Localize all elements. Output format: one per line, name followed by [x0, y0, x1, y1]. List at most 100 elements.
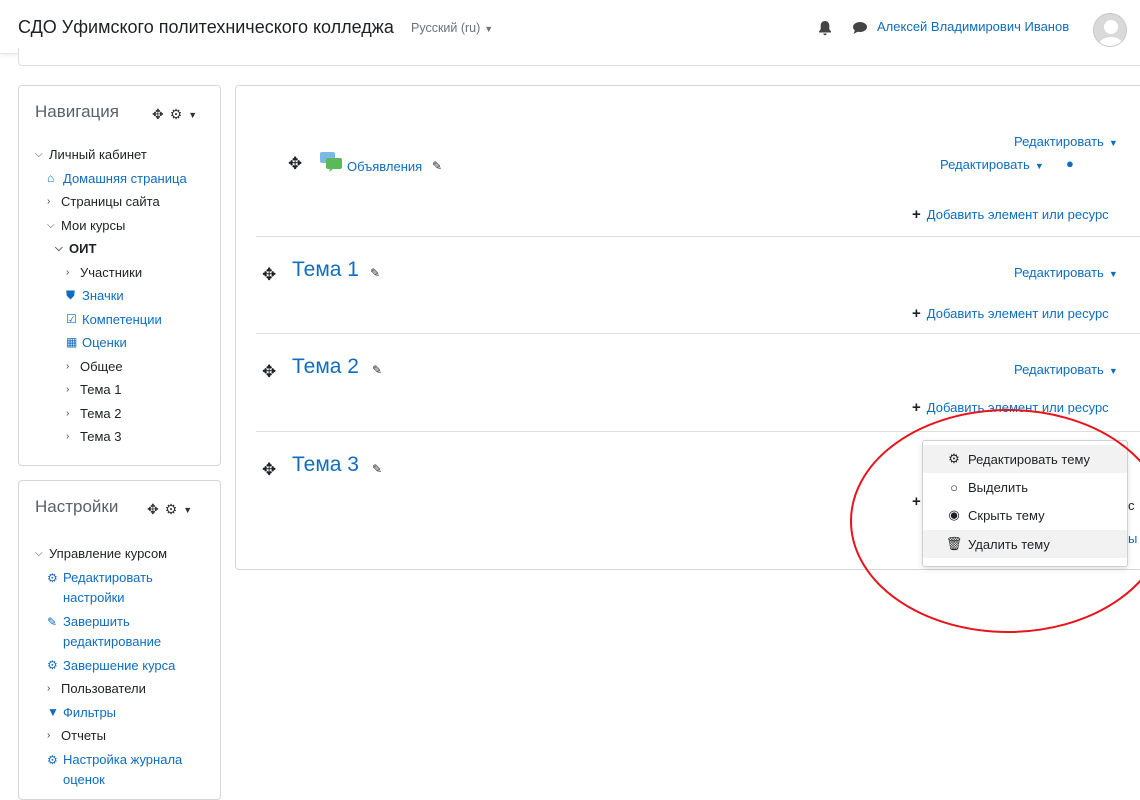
site-name-link[interactable]: СДО Уфимского политехнического колледжа [18, 17, 394, 38]
nav-item-general[interactable]: › Общее [35, 355, 214, 379]
settings-item-reports[interactable]: › Отчеты [35, 724, 214, 748]
page-header-strip [18, 48, 1140, 66]
menu-item-delete-topic[interactable]: 🗑 Удалить тему [923, 530, 1127, 558]
pencil-icon[interactable]: ✎ [372, 462, 382, 476]
chevron-down-icon[interactable]: ▼ [183, 505, 192, 515]
menu-item-label: Редактировать тему [968, 451, 1091, 467]
nav-item-topic-1[interactable]: › Тема 1 [35, 378, 214, 402]
pencil-icon[interactable]: ✎ [372, 363, 382, 377]
nav-item-topic-3[interactable]: › Тема 3 [35, 425, 214, 449]
menu-item-hide-topic[interactable]: ◉ Скрыть тему [923, 501, 1127, 529]
chevron-down-icon[interactable]: ▼ [188, 110, 197, 120]
move-icon[interactable]: ✥ [262, 460, 276, 480]
settings-item-turn-editing-off[interactable]: ✎ Завершить редактирование [35, 610, 214, 654]
nav-item-badges[interactable]: ⛊ Значки [35, 284, 214, 308]
nav-item-label: Оценки [82, 335, 127, 350]
edit-label: Редактировать [1014, 362, 1104, 377]
shield-icon: ⛊ [66, 288, 76, 302]
move-icon[interactable]: ✥ [147, 501, 159, 518]
section-1-edit-menu[interactable]: Редактировать ▼ [1014, 265, 1118, 280]
section-divider [256, 333, 1140, 334]
section-2-add-activity-link[interactable]: + Добавить элемент или ресурс [912, 399, 1109, 416]
menu-item-edit-topic[interactable]: ⚙ Редактировать тему [923, 445, 1127, 473]
section-1-add-activity-link[interactable]: + Добавить элемент или ресурс [912, 305, 1109, 322]
navigation-block: Навигация ✥ ⚙ ▼ ⌵ Личный кабинет ⌂ Домашня… [18, 85, 221, 466]
settings-item-course-admin[interactable]: ⌵ Управление курсом [35, 542, 214, 566]
menu-item-highlight[interactable]: ○ Выделить [923, 473, 1127, 501]
nav-item-label: Тема 3 [80, 429, 122, 444]
nav-item-label: Тема 1 [80, 382, 122, 397]
nav-item-home[interactable]: ⌂ Домашняя страница [35, 167, 214, 191]
user-icon[interactable]: ● [1066, 156, 1074, 171]
plus-icon: + [912, 305, 921, 322]
chevron-right-icon: › [66, 384, 70, 395]
general-add-activity-link[interactable]: + Добавить элемент или ресурс [912, 206, 1109, 223]
settings-item-label: Редактировать настройки [63, 569, 153, 605]
menu-item-label: Скрыть тему [968, 507, 1045, 523]
partially-hidden-text: ы [1128, 531, 1138, 546]
section-divider [256, 236, 1140, 237]
gear-icon: ⚙ [47, 570, 58, 585]
general-section-edit-menu[interactable]: Редактировать ▼ [1014, 134, 1118, 149]
chat-icon[interactable] [852, 21, 868, 35]
settings-item-edit-settings[interactable]: ⚙ Редактировать настройки [35, 566, 214, 610]
section-title-topic-3[interactable]: Тема 3 [292, 453, 359, 477]
section-title-topic-1[interactable]: Тема 1 [292, 258, 359, 282]
move-icon[interactable]: ✥ [152, 106, 164, 123]
chevron-right-icon: › [66, 431, 70, 442]
edit-label: Редактировать [1014, 265, 1104, 280]
activity-edit-menu[interactable]: Редактировать ▼ [940, 157, 1044, 172]
nav-item-label: Домашняя страница [63, 170, 187, 186]
settings-item-course-completion[interactable]: ⚙ Завершение курса [35, 654, 214, 678]
nav-item-label: Тема 2 [80, 405, 122, 421]
settings-item-users[interactable]: › Пользователи [35, 677, 214, 701]
chevron-down-icon: ▼ [1108, 269, 1118, 279]
nav-item-label: ОИТ [69, 241, 97, 256]
gear-icon[interactable]: ⚙ [165, 501, 178, 518]
move-icon[interactable]: ✥ [262, 265, 276, 285]
gear-icon: ⚙ [948, 451, 960, 466]
settings-item-filters[interactable]: ▼ Фильтры [35, 701, 214, 725]
nav-item-label: Мои курсы [61, 217, 126, 233]
user-avatar-icon [1098, 20, 1124, 46]
chevron-right-icon: › [66, 407, 70, 419]
nav-item-dashboard[interactable]: ⌵ Личный кабинет [35, 143, 214, 167]
home-icon: ⌂ [47, 170, 55, 185]
circle-icon: ○ [950, 479, 958, 495]
nav-item-site-pages[interactable]: › Страницы сайта [35, 190, 214, 214]
nav-item-topic-2[interactable]: › Тема 2 [35, 402, 214, 426]
pencil-icon[interactable]: ✎ [432, 159, 442, 173]
plus-icon: + [912, 493, 921, 510]
bell-icon[interactable] [818, 20, 832, 36]
move-icon[interactable]: ✥ [288, 154, 302, 174]
section-divider [256, 431, 1140, 432]
nav-item-participants[interactable]: › Участники [35, 261, 214, 285]
navigation-tree: ⌵ Личный кабинет ⌂ Домашняя страница › Стра… [35, 143, 214, 449]
gear-icon[interactable]: ⚙ [170, 106, 183, 123]
activity-link-announcements[interactable]: Объявления [347, 159, 422, 174]
language-menu[interactable]: Русский (ru) ▼ [411, 21, 493, 35]
settings-item-gradebook-setup[interactable]: ⚙ Настройка журнала оценок [35, 748, 214, 792]
settings-item-label: Фильтры [63, 704, 117, 720]
move-icon[interactable]: ✥ [262, 362, 276, 382]
nav-item-my-courses[interactable]: ⌵ Мои курсы [35, 214, 214, 238]
settings-item-label: Управление курсом [49, 546, 168, 561]
section-2-edit-menu[interactable]: Редактировать ▼ [1014, 362, 1118, 377]
pencil-icon[interactable]: ✎ [370, 266, 380, 280]
nav-item-label: Участники [80, 264, 143, 280]
nav-item-competencies[interactable]: ☑ Компетенции [35, 308, 214, 332]
nav-item-label: Страницы сайта [61, 194, 160, 209]
section-actions-dropdown: ⚙ Редактировать тему ○ Выделить ◉ Скрыть те… [922, 440, 1128, 567]
nav-item-course[interactable]: ⌵ ОИТ [35, 237, 214, 261]
chevron-right-icon: › [66, 266, 70, 278]
chevron-down-icon: ⌵ [35, 149, 43, 160]
chevron-down-icon: ▼ [1108, 138, 1118, 148]
nav-item-grades[interactable]: ▦ Оценки [35, 331, 214, 355]
section-title-topic-2[interactable]: Тема 2 [292, 355, 359, 379]
user-name-link[interactable]: Алексей Владимирович Иванов [877, 19, 1069, 34]
avatar[interactable] [1093, 13, 1127, 47]
partially-hidden-text: с [1128, 498, 1135, 513]
chevron-right-icon: › [66, 360, 70, 372]
add-label: Добавить элемент или ресурс [926, 400, 1109, 415]
settings-tree: ⌵ Управление курсом ⚙ Редактировать настро… [35, 542, 214, 792]
